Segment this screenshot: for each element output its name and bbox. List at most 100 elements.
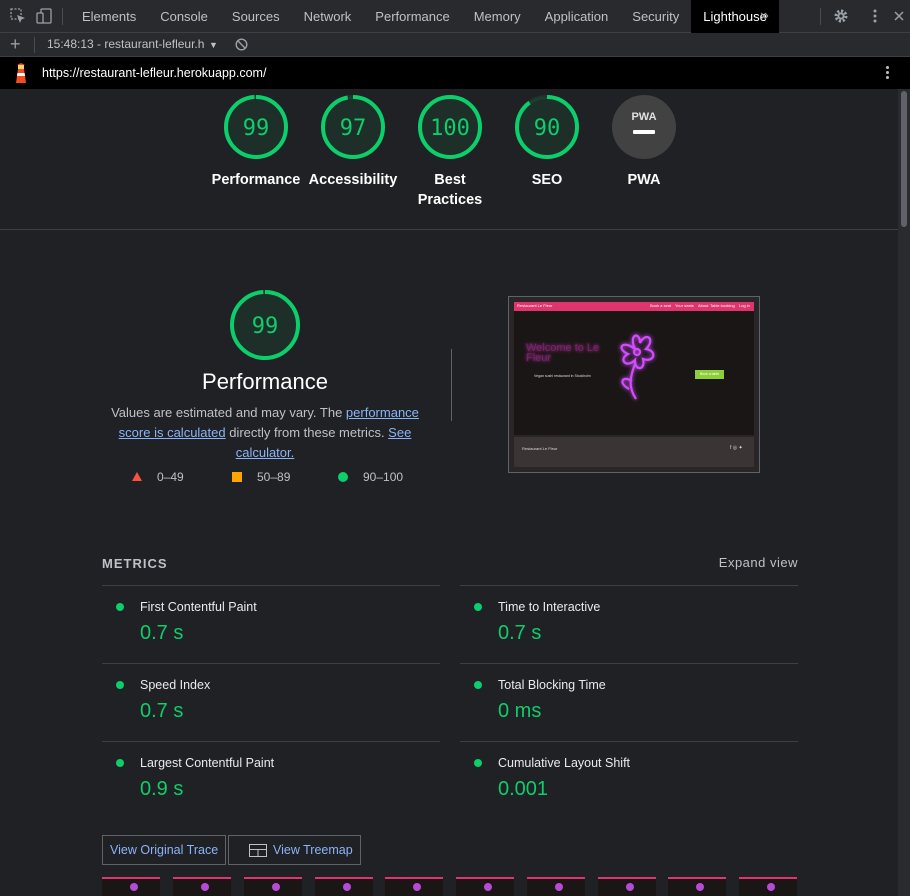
- separator: [820, 8, 821, 25]
- pass-circle-icon: [474, 603, 482, 611]
- gauge-label: Performance: [211, 172, 301, 188]
- triangle-icon: [132, 472, 142, 481]
- gauge-ring: 99: [224, 95, 288, 159]
- screenshot-nav-link: Your seats: [675, 303, 694, 308]
- separator: [34, 37, 35, 53]
- final-screenshot[interactable]: Restaurant Le Fleur Book a seat Your sea…: [508, 296, 760, 473]
- square-icon: [232, 472, 242, 482]
- gauge-label: SEO: [531, 172, 563, 188]
- gauge-performance[interactable]: 99 Performance: [208, 94, 304, 190]
- pass-circle-icon: [474, 681, 482, 689]
- divider: [451, 349, 452, 421]
- screenshot-nav-link: Log in: [739, 303, 750, 308]
- legend-range: 0–49: [157, 470, 184, 484]
- separator: [62, 8, 63, 25]
- metric-value: 0.7 s: [140, 622, 184, 644]
- filmstrip-frame: [668, 877, 726, 896]
- gear-icon[interactable]: [833, 8, 849, 24]
- legend-range: 50–89: [257, 470, 291, 484]
- filmstrip-frame: [173, 877, 231, 896]
- tab-application[interactable]: Application: [533, 0, 621, 33]
- lighthouse-logo-icon: [14, 63, 28, 88]
- lighthouse-report: 99 Performance 97 Accessibility 100 Best…: [0, 89, 898, 896]
- gauge-accessibility[interactable]: 97 Accessibility: [305, 94, 401, 190]
- screenshot-nav-link: About: [698, 303, 709, 308]
- metric-value: 0.001: [498, 778, 549, 800]
- screenshot-hero-title: Welcome to Le Fleur: [526, 342, 600, 364]
- filmstrip-frame: [385, 877, 443, 896]
- report-url-bar: https://restaurant-lefleur.herokuapp.com…: [0, 57, 910, 89]
- more-options-icon[interactable]: [867, 8, 883, 24]
- screenshot-hero-subtitle: Vegan sushi restaurant in Stockholm: [534, 374, 591, 378]
- filmstrip-frame: [244, 877, 302, 896]
- metric-name: Time to Interactive: [498, 600, 601, 614]
- tab-performance[interactable]: Performance: [363, 0, 461, 33]
- report-menu-icon[interactable]: [886, 66, 889, 81]
- metrics-heading: METRICS: [102, 556, 168, 571]
- block-icon[interactable]: [235, 38, 248, 56]
- tab-memory[interactable]: Memory: [462, 0, 533, 33]
- tab-elements[interactable]: Elements: [70, 0, 148, 33]
- tab-console[interactable]: Console: [148, 0, 220, 33]
- filmstrip-frame: [456, 877, 514, 896]
- description-text: Values are estimated and may vary. The: [111, 405, 346, 420]
- performance-title: Performance: [202, 369, 328, 394]
- legend-range: 90–100: [363, 470, 404, 484]
- filmstrip-frame: [102, 877, 160, 896]
- metric-time-to-interactive: Time to Interactive 0.7 s: [460, 585, 798, 664]
- plus-icon[interactable]: +: [10, 33, 21, 55]
- report-select[interactable]: 15:48:13 - restaurant-lefleur.herokuapp.…: [47, 37, 218, 53]
- screenshot-navbar: Restaurant Le Fleur Book a seat Your sea…: [514, 302, 754, 311]
- gauge-ring: 90: [515, 95, 579, 159]
- filmstrip-frame: [739, 877, 797, 896]
- inspect-element-icon[interactable]: [10, 8, 26, 24]
- tab-network[interactable]: Network: [292, 0, 364, 33]
- metric-name: Total Blocking Time: [498, 678, 606, 692]
- screenshot-brand: Restaurant Le Fleur: [517, 303, 553, 308]
- performance-description: Values are estimated and may vary. The p…: [100, 403, 430, 463]
- metric-value: 0 ms: [498, 700, 542, 722]
- metric-value: 0.9 s: [140, 778, 184, 800]
- svg-text:97: 97: [340, 116, 367, 141]
- screenshot-footer: Restaurant Le Fleur f ◎ ✦: [514, 437, 754, 467]
- gauge-seo[interactable]: 90 SEO: [499, 94, 595, 190]
- gauge-label: Accessibility: [308, 172, 398, 188]
- gauge-pwa[interactable]: PWA PWA: [596, 94, 692, 190]
- lighthouse-toolbar: + 15:48:13 - restaurant-lefleur.herokuap…: [0, 33, 910, 57]
- gauge-ring: 100: [418, 95, 482, 159]
- score-gauges: 99 Performance 97 Accessibility 100 Best…: [0, 89, 898, 230]
- device-toolbar-icon[interactable]: [36, 8, 52, 24]
- metric-largest-contentful-paint: Largest Contentful Paint 0.9 s: [102, 741, 440, 820]
- metric-cumulative-layout-shift: Cumulative Layout Shift 0.001: [460, 741, 798, 820]
- scrollbar-thumb[interactable]: [901, 91, 907, 227]
- double-chevron-right-icon[interactable]: »: [760, 7, 769, 25]
- report-url[interactable]: https://restaurant-lefleur.herokuapp.com…: [42, 66, 266, 80]
- screenshot-hero: Welcome to Le Fleur Vegan sushi restaura…: [514, 311, 754, 435]
- svg-text:90: 90: [534, 116, 561, 141]
- view-treemap-button[interactable]: View Treemap: [228, 835, 361, 865]
- filmstrip-frame: [527, 877, 585, 896]
- metric-value: 0.7 s: [498, 622, 542, 644]
- circle-icon: [338, 472, 348, 482]
- performance-summary: 99 Performance Values are estimated and …: [100, 289, 430, 463]
- report-scrollbar[interactable]: [898, 89, 910, 896]
- screenshot-hero-button: Book a table: [695, 370, 724, 379]
- gauge-label: Best Practices: [417, 172, 483, 208]
- tab-security[interactable]: Security: [620, 0, 691, 33]
- screenshot-nav-link: Table booking: [710, 303, 735, 308]
- screenshot-footer-brand: Restaurant Le Fleur: [522, 446, 558, 451]
- neon-flower-icon: [620, 334, 655, 400]
- screenshot-nav-link: Book a seat: [650, 303, 672, 308]
- gauge-ring: 97: [321, 95, 385, 159]
- view-original-trace-button[interactable]: View Original Trace: [102, 835, 227, 865]
- gauge-best-practices[interactable]: 100 Best Practices: [402, 94, 498, 210]
- report-select-value: 15:48:13 - restaurant-lefleur.herokuapp.…: [47, 37, 205, 51]
- filmstrip-frame: [315, 877, 373, 896]
- panel-tabs: Elements Console Sources Network Perform…: [70, 0, 779, 33]
- metric-value: 0.7 s: [140, 700, 184, 722]
- tab-sources[interactable]: Sources: [220, 0, 292, 33]
- metric-first-contentful-paint: First Contentful Paint 0.7 s: [102, 585, 440, 664]
- expand-view-toggle[interactable]: Expand view: [719, 555, 798, 570]
- performance-gauge: 99: [230, 290, 300, 360]
- close-icon[interactable]: [891, 8, 907, 24]
